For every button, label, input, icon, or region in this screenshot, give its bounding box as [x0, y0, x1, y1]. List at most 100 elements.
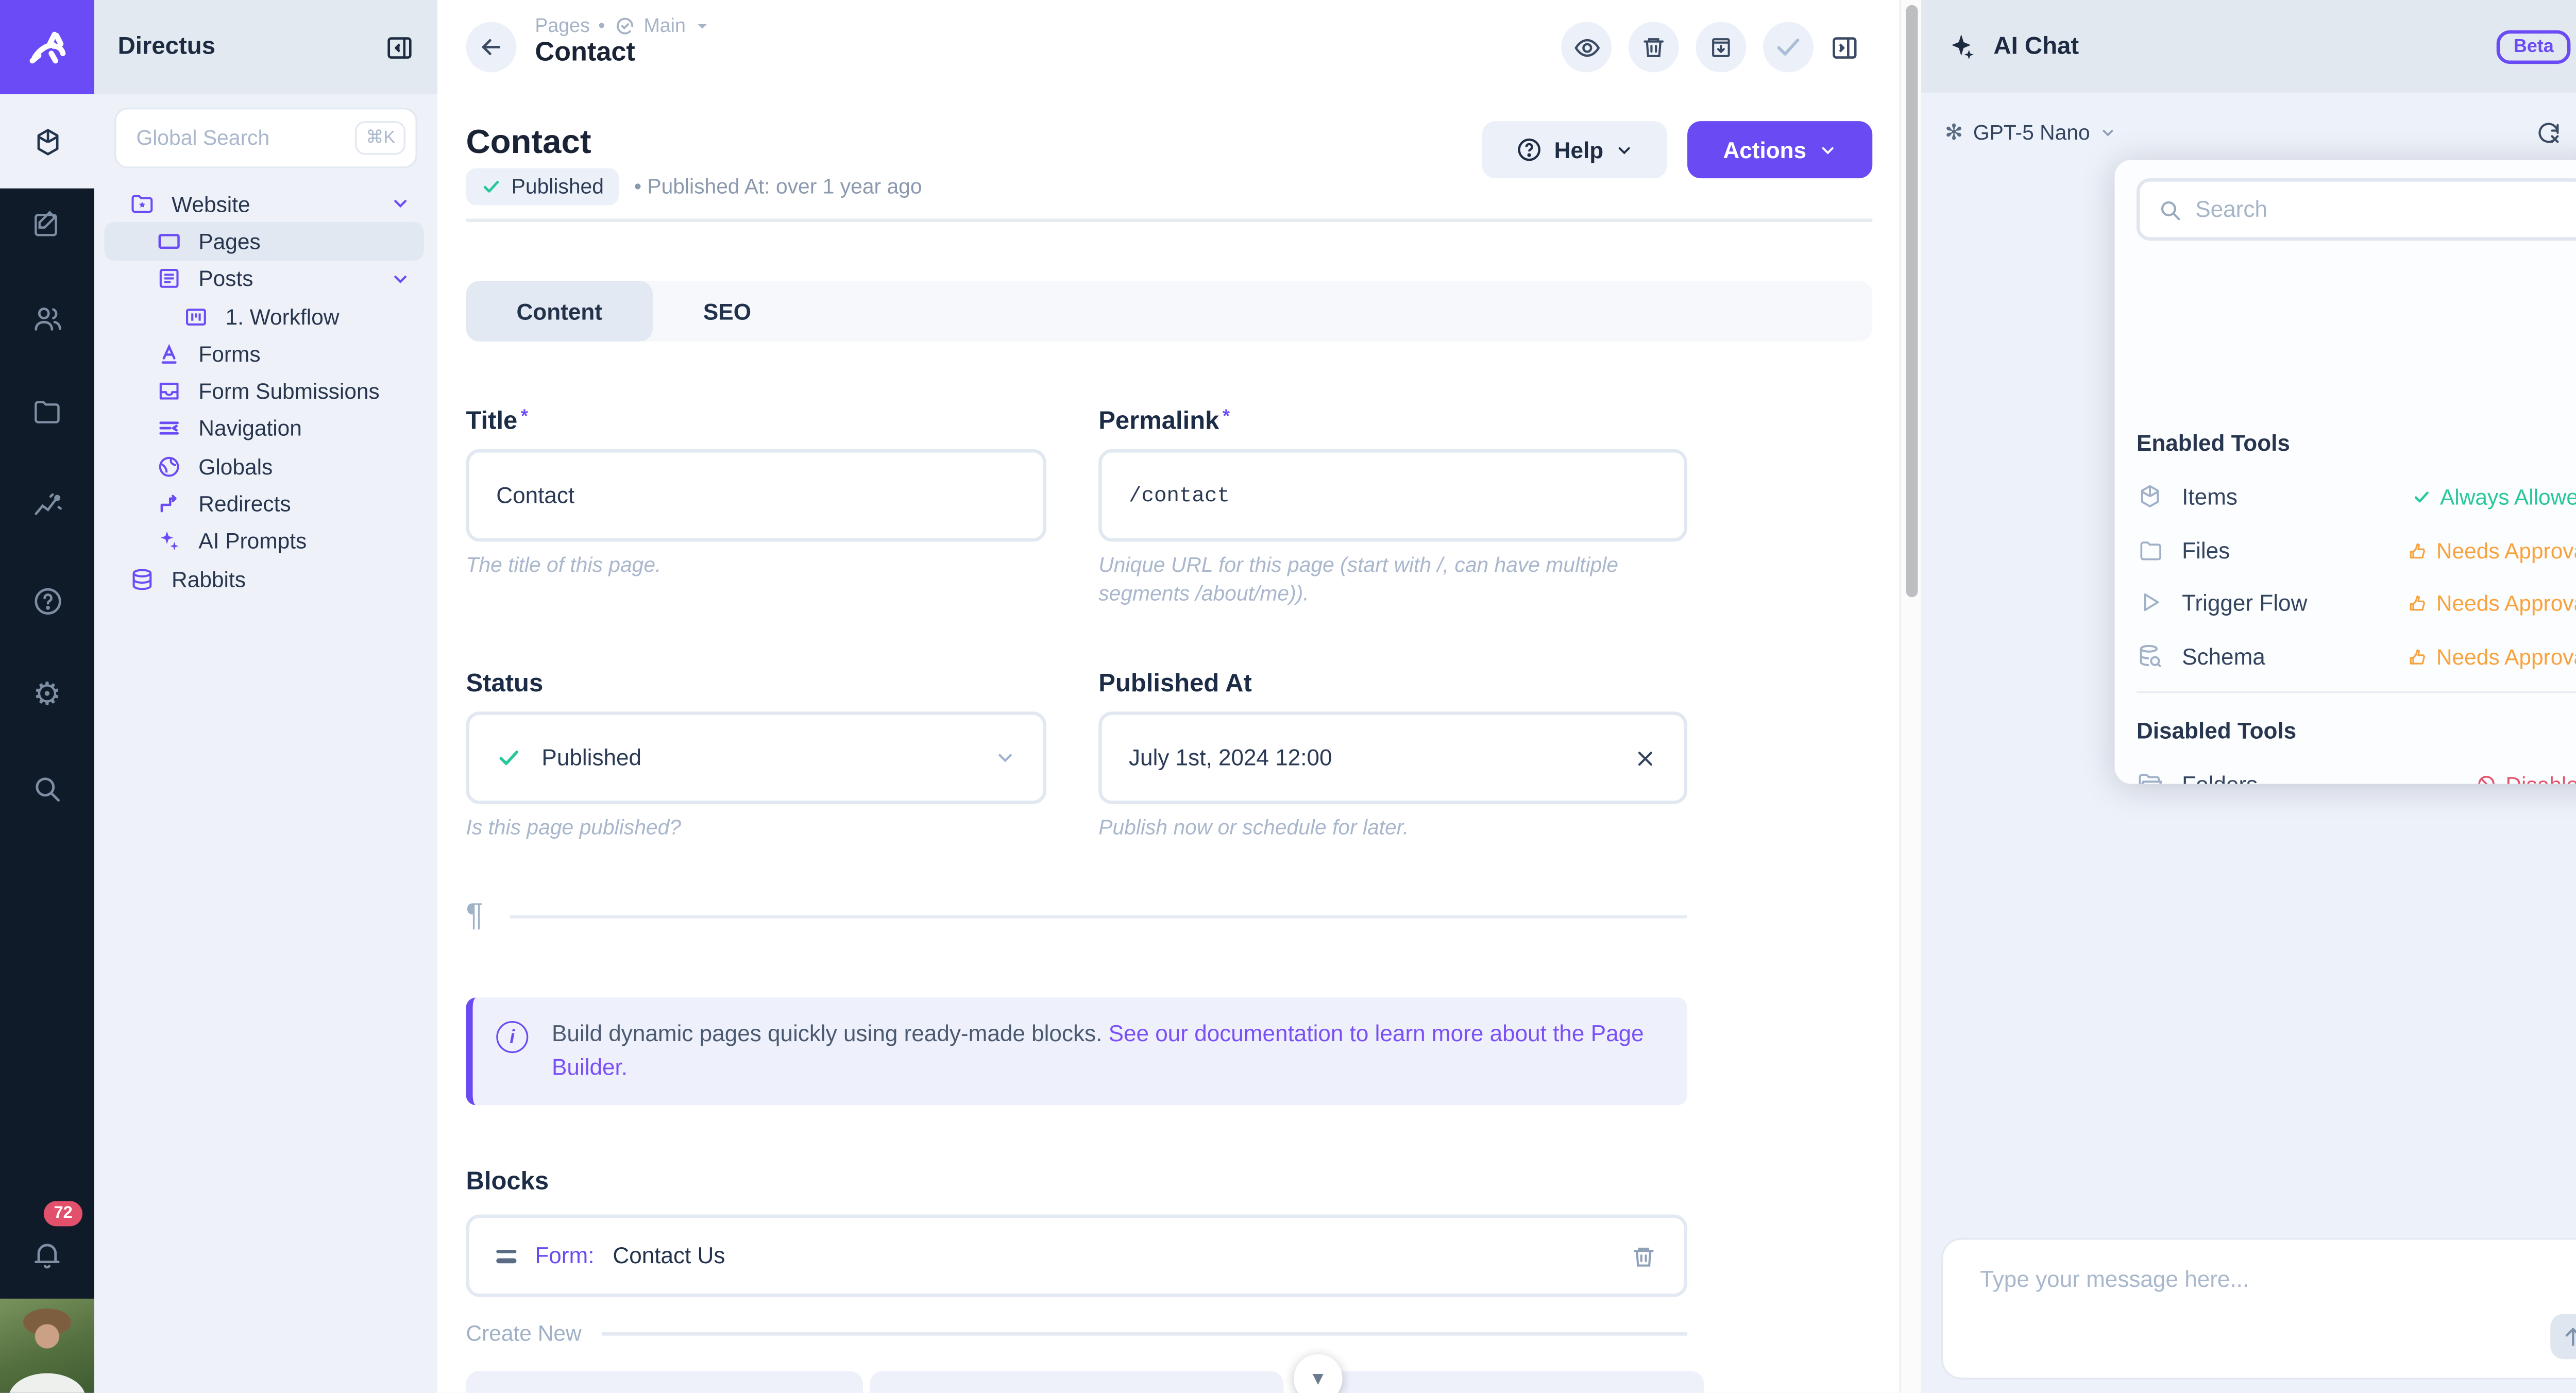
module-editor[interactable]	[0, 190, 94, 258]
version-sync-icon	[614, 15, 635, 37]
sidebar-item-rabbits[interactable]: Rabbits	[94, 560, 437, 598]
tab-seo[interactable]: SEO	[653, 281, 802, 342]
clear-date-button[interactable]	[1634, 746, 1657, 770]
chat-message-box[interactable]	[1941, 1238, 2576, 1379]
create-new-divider: Create New	[466, 1320, 1687, 1346]
tool-row-folders[interactable]: Folders Disabled	[2137, 763, 2576, 784]
content-divider: ¶	[466, 898, 1872, 936]
arrow-down-icon: ▼	[1309, 1368, 1328, 1388]
approval-hand-icon	[2408, 540, 2428, 560]
chevron-down-icon	[1818, 141, 1837, 159]
breadcrumb[interactable]: Pages • Main	[535, 15, 709, 37]
search-shortcut-badge: ⌘K	[356, 121, 405, 155]
right-panel-toggle[interactable]	[1831, 33, 1859, 62]
main-content: Pages • Main Contact	[437, 0, 1900, 1393]
rabbit-icon	[22, 22, 72, 72]
create-block-card[interactable]	[1314, 1371, 1704, 1392]
sidebar-item-navigation[interactable]: Navigation	[94, 410, 437, 448]
title-input[interactable]: Contact	[466, 449, 1046, 542]
folder-open-icon	[2137, 771, 2163, 784]
cube-icon	[2137, 483, 2163, 509]
module-users[interactable]	[0, 284, 94, 352]
help-button[interactable]: Help	[1482, 121, 1667, 178]
module-files[interactable]	[0, 379, 94, 446]
module-settings[interactable]: ⚙	[0, 661, 94, 728]
tools-search-input[interactable]	[2195, 197, 2565, 222]
gear-icon: ⚙	[33, 679, 62, 711]
module-search[interactable]	[0, 755, 94, 823]
collection-nav: Website Pages Posts 1. Workflow Forms	[94, 185, 437, 598]
model-selector[interactable]: GPT-5 Nano	[1973, 121, 2090, 145]
main-scrollbar[interactable]	[1900, 0, 1921, 1393]
status-badge: Published	[466, 168, 619, 206]
global-search-input[interactable]	[136, 126, 355, 150]
actions-button[interactable]: Actions	[1687, 121, 1872, 178]
permalink-input[interactable]: /contact	[1098, 449, 1687, 542]
panel-right-icon	[1831, 33, 1859, 62]
create-block-card[interactable]	[466, 1371, 863, 1392]
scroll-down-button[interactable]: ▼	[1294, 1354, 1343, 1393]
sidebar-item-ai-prompts[interactable]: AI Prompts	[94, 522, 437, 560]
directus-logo[interactable]	[0, 0, 94, 94]
module-help[interactable]	[0, 567, 94, 634]
block-type: Form:	[535, 1243, 594, 1268]
trash-icon	[1640, 33, 1667, 60]
folder-icon	[32, 397, 62, 428]
archive-button[interactable]	[1696, 22, 1746, 72]
user-avatar[interactable]	[0, 1299, 94, 1393]
status-select[interactable]: Published	[466, 711, 1046, 804]
sidebar-item-redirects[interactable]: Redirects	[94, 485, 437, 523]
tool-row-schema[interactable]: Schema Needs Approval	[2137, 636, 2576, 676]
title-field-note: The title of this page.	[466, 552, 1021, 581]
required-asterisk: *	[521, 407, 528, 427]
tab-content[interactable]: Content	[466, 281, 652, 342]
clear-history-button[interactable]	[2535, 120, 2562, 146]
info-icon: i	[496, 1021, 528, 1053]
delete-button[interactable]	[1629, 22, 1679, 72]
scrollbar-thumb[interactable]	[1906, 5, 1918, 597]
tool-row-files[interactable]: Files Needs Approval	[2137, 530, 2576, 570]
tool-status: Disabled	[2477, 771, 2576, 784]
tools-search[interactable]	[2137, 178, 2576, 241]
permalink-field-label: Permalink*	[1098, 407, 1230, 436]
module-content-active[interactable]	[0, 94, 94, 189]
send-button[interactable]	[2550, 1314, 2576, 1359]
notifications-button[interactable]: 72	[0, 1221, 94, 1289]
collapse-sidebar-icon[interactable]	[385, 33, 414, 62]
redirect-icon	[157, 491, 182, 517]
sidebar-item-posts[interactable]: Posts	[94, 260, 437, 298]
save-button[interactable]	[1763, 22, 1814, 72]
back-button[interactable]	[466, 22, 516, 72]
check-icon	[1773, 32, 1804, 62]
chat-input[interactable]	[1980, 1267, 2535, 1361]
archive-icon	[1707, 33, 1734, 60]
sidebar-item-website[interactable]: Website	[94, 185, 437, 223]
sidebar-item-workflow[interactable]: 1. Workflow	[94, 298, 437, 335]
published-at-field-note: Publish now or schedule for later.	[1098, 814, 1409, 843]
trash-icon	[1630, 1242, 1657, 1269]
remove-block-button[interactable]	[1630, 1242, 1657, 1269]
permalink-field-note: Unique URL for this page (start with /, …	[1098, 552, 1654, 609]
preview-button[interactable]	[1561, 22, 1612, 72]
popover-divider	[2137, 691, 2576, 693]
drag-handle-icon[interactable]	[496, 1249, 516, 1262]
sidebar-item-forms[interactable]: Forms	[94, 335, 437, 372]
app-root: ⚙ 72 Directus ⌘K	[0, 0, 2576, 1393]
create-block-card[interactable]	[870, 1371, 1283, 1392]
beta-badge: Beta	[2497, 29, 2570, 63]
published-at-input[interactable]: July 1st, 2024 12:00	[1098, 711, 1687, 804]
check-icon	[2413, 487, 2432, 505]
title-field-label: Title*	[466, 407, 528, 436]
arrow-up-icon	[2561, 1324, 2576, 1349]
global-search[interactable]: ⌘K	[114, 108, 417, 168]
sidebar-item-form-submissions[interactable]: Form Submissions	[94, 372, 437, 410]
sidebar-item-globals[interactable]: Globals	[94, 448, 437, 485]
tool-row-trigger-flow[interactable]: Trigger Flow Needs Approval	[2137, 582, 2576, 622]
help-circle-icon	[1516, 136, 1543, 163]
module-insights[interactable]	[0, 473, 94, 540]
block-row[interactable]: Form: Contact Us	[466, 1215, 1687, 1297]
tool-row-items[interactable]: Items Always Allowed	[2137, 476, 2576, 516]
ai-chat-title: AI Chat	[1993, 33, 2480, 60]
info-banner: i Build dynamic pages quickly using read…	[466, 997, 1687, 1105]
sidebar-item-pages[interactable]: Pages	[104, 223, 423, 260]
